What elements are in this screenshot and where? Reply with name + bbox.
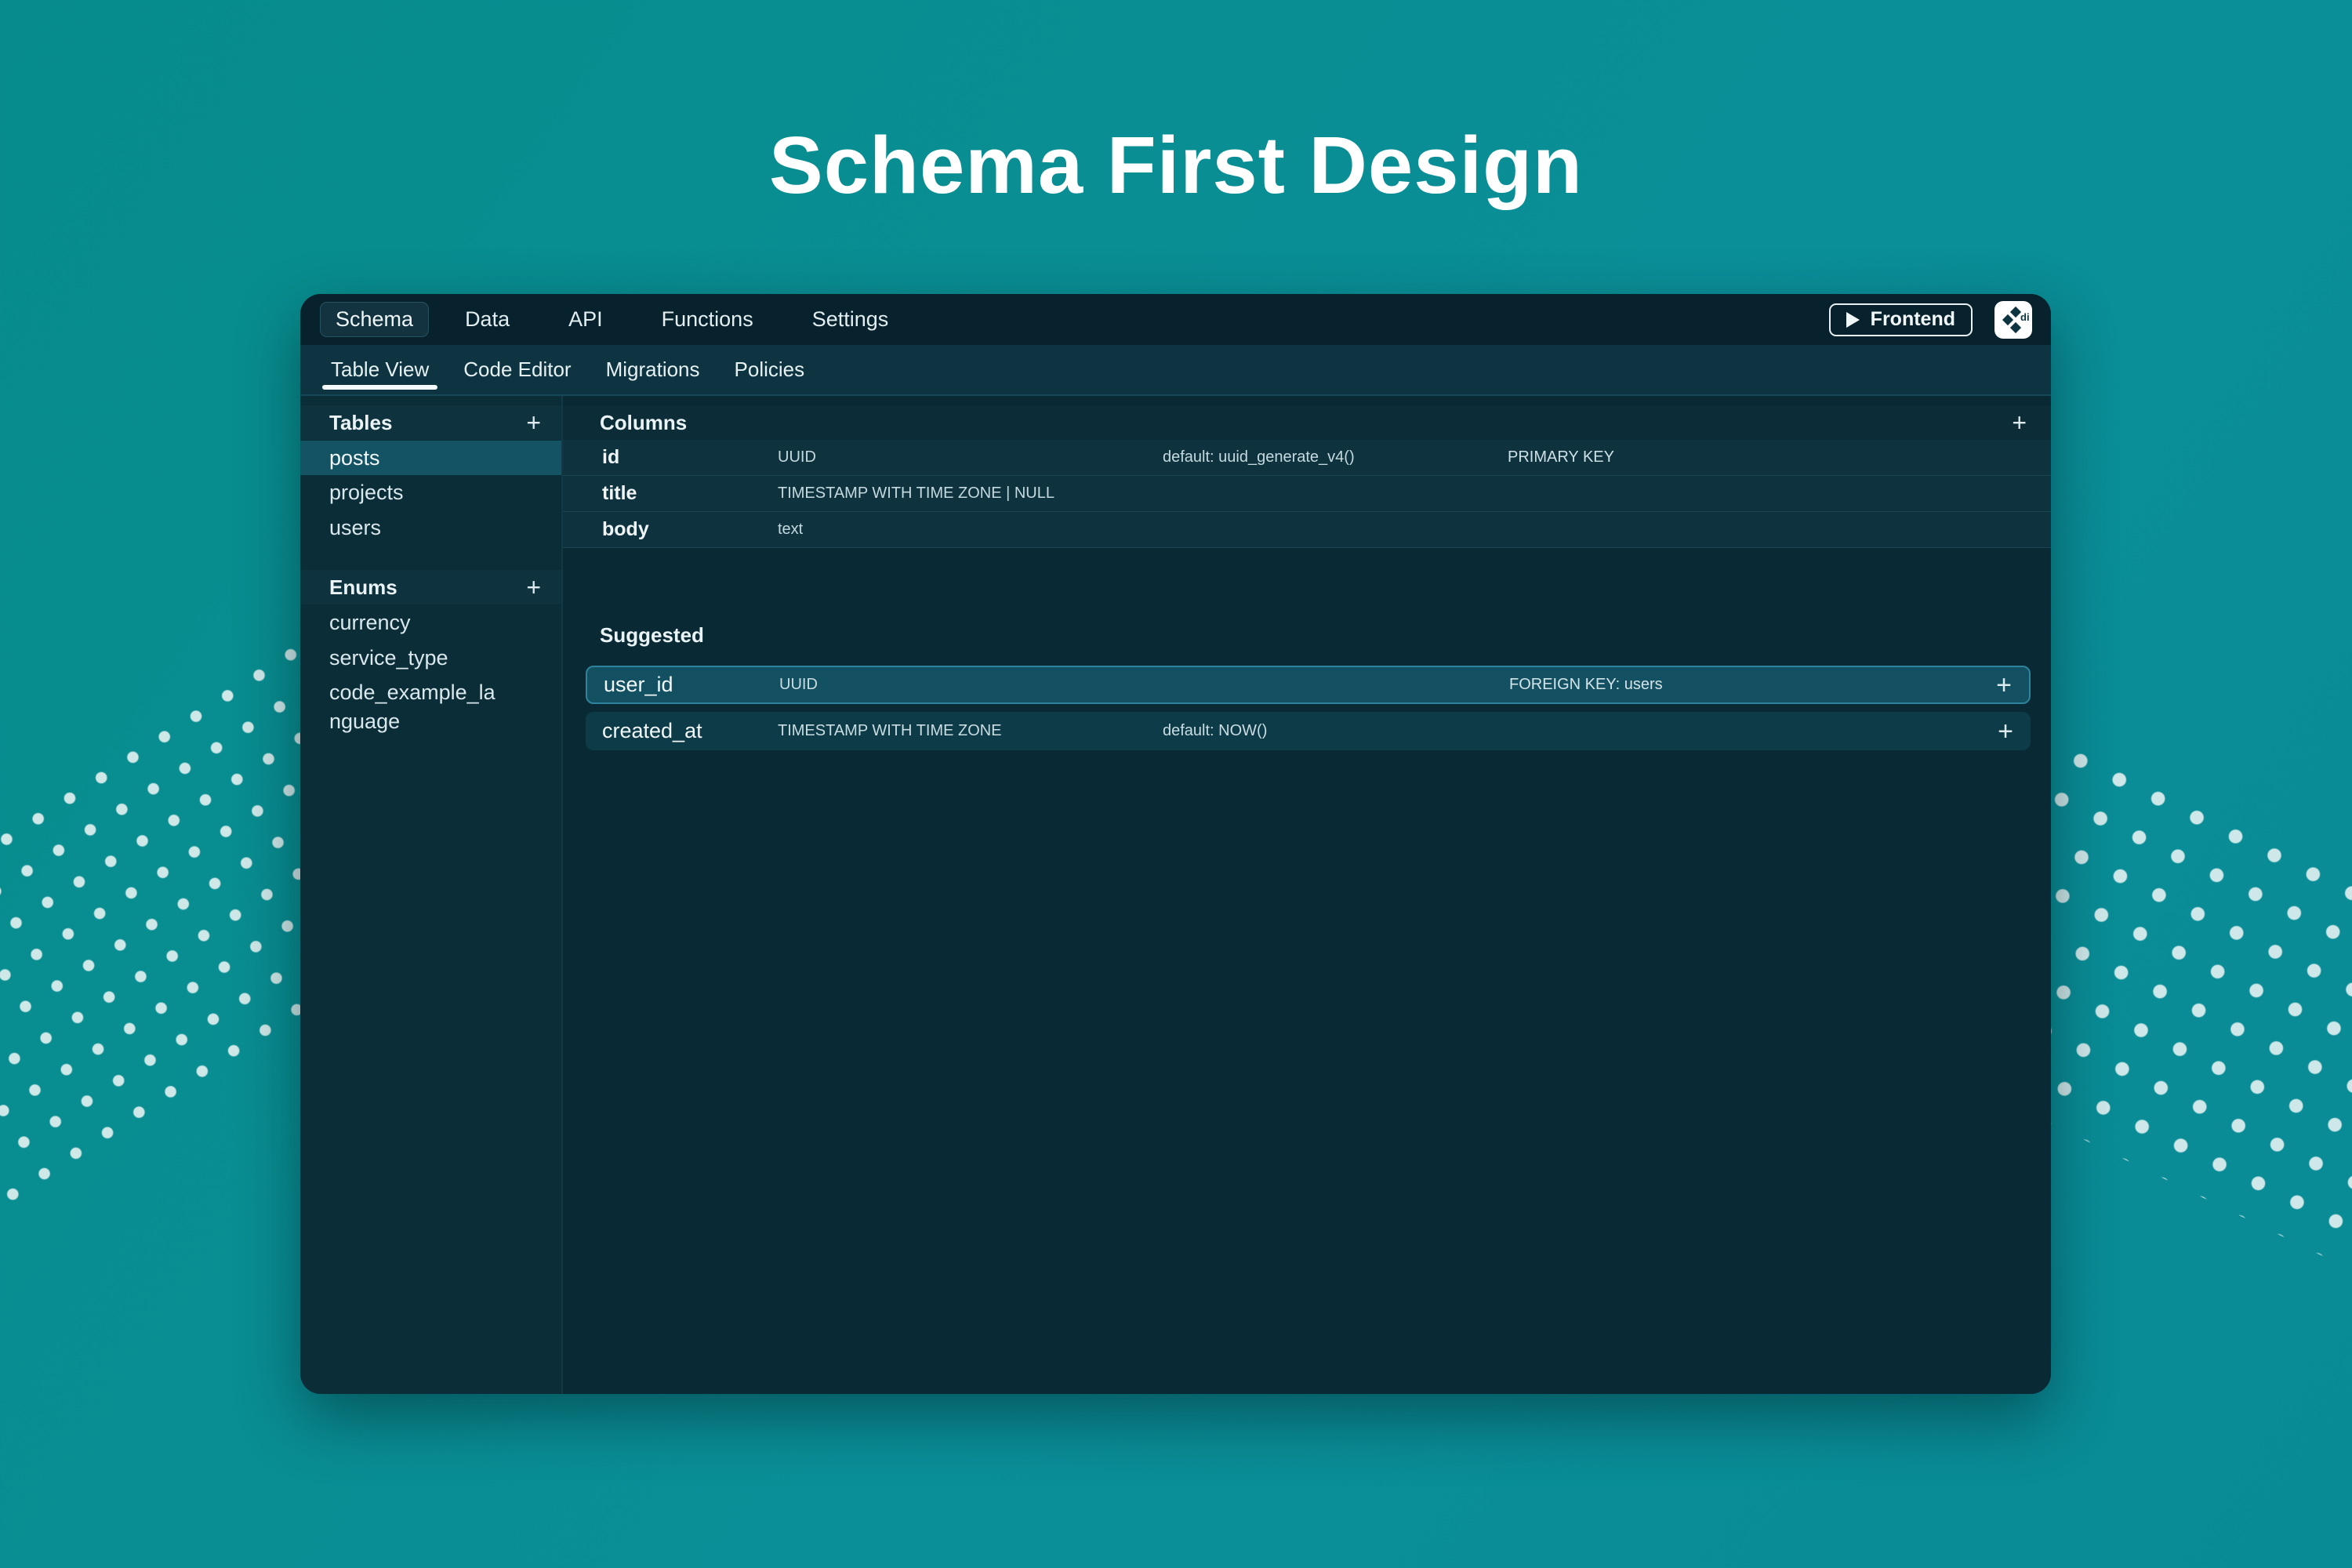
- tables-section-header: Tables +: [300, 405, 561, 440]
- logo-button[interactable]: di: [1994, 301, 2032, 339]
- suggested-key: FOREIGN KEY: users: [1509, 676, 1996, 694]
- sidebar-item-posts[interactable]: posts: [300, 441, 561, 475]
- add-table-icon[interactable]: +: [526, 410, 541, 435]
- tab-policies[interactable]: Policies: [735, 345, 805, 394]
- column-default: default: uuid_generate_v4(): [1163, 448, 1508, 466]
- frontend-button[interactable]: Frontend: [1829, 303, 1973, 336]
- suggested-row-created-at[interactable]: created_at TIMESTAMP WITH TIME ZONE defa…: [586, 712, 2031, 750]
- column-key: PRIMARY KEY: [1508, 448, 2051, 466]
- add-column-icon[interactable]: +: [2012, 410, 2027, 435]
- column-type: TIMESTAMP WITH TIME ZONE | NULL: [778, 485, 1163, 503]
- suggested-name: user_id: [604, 673, 779, 697]
- suggested-default: default: NOW(): [1163, 722, 1508, 740]
- add-enum-icon[interactable]: +: [526, 575, 541, 600]
- sidebar-item-code-example-language[interactable]: code_example_language: [300, 675, 528, 739]
- main-panel: Columns + id UUID default: uuid_generate…: [563, 396, 2051, 1394]
- sidebar: Tables + posts projects users Enums + cu…: [300, 396, 563, 1394]
- sidebar-item-service-type[interactable]: service_type: [300, 641, 561, 675]
- tab-settings[interactable]: Settings: [812, 307, 889, 332]
- tab-functions[interactable]: Functions: [662, 307, 753, 332]
- top-nav: Schema Data API Functions Settings Front…: [300, 294, 2051, 345]
- columns-table: id UUID default: uuid_generate_v4() PRIM…: [563, 440, 2051, 548]
- columns-section-title: Columns: [600, 411, 687, 435]
- schema-sub-nav: Table View Code Editor Migrations Polici…: [300, 345, 2051, 396]
- play-icon: [1846, 312, 1860, 328]
- top-nav-right: Frontend di: [1829, 301, 2032, 339]
- tables-list: posts projects users: [300, 440, 561, 545]
- column-name: title: [602, 482, 778, 505]
- sidebar-item-currency[interactable]: currency: [300, 605, 561, 640]
- tab-schema[interactable]: Schema: [320, 302, 429, 337]
- diamond-icon: [2002, 314, 2013, 325]
- diamond-icon: [2010, 306, 2021, 317]
- sidebar-item-projects[interactable]: projects: [300, 475, 561, 510]
- column-row-body[interactable]: body text: [563, 512, 2051, 548]
- columns-section-header: Columns +: [563, 405, 2051, 440]
- column-type: UUID: [778, 448, 1163, 466]
- tab-migrations[interactable]: Migrations: [606, 345, 700, 394]
- content-area: Tables + posts projects users Enums + cu…: [300, 396, 2051, 1394]
- diamond-icon: [2010, 321, 2021, 332]
- add-suggested-column-icon[interactable]: +: [1996, 672, 2012, 699]
- column-row-id[interactable]: id UUID default: uuid_generate_v4() PRIM…: [563, 440, 2051, 476]
- suggested-type: TIMESTAMP WITH TIME ZONE: [778, 722, 1163, 740]
- tab-table-view[interactable]: Table View: [331, 345, 429, 394]
- suggested-type: UUID: [779, 676, 1164, 694]
- sidebar-item-users[interactable]: users: [300, 510, 561, 545]
- suggested-section-title: Suggested: [600, 623, 2051, 648]
- tab-code-editor[interactable]: Code Editor: [463, 345, 571, 394]
- enums-list: currency service_type code_example_langu…: [300, 604, 561, 739]
- suggested-row-user-id[interactable]: user_id UUID FOREIGN KEY: users +: [586, 666, 2031, 704]
- tab-data[interactable]: Data: [465, 307, 510, 332]
- logo-text: di: [2020, 311, 2030, 323]
- column-name: id: [602, 446, 778, 469]
- enums-section-title: Enums: [329, 575, 397, 600]
- column-row-title[interactable]: title TIMESTAMP WITH TIME ZONE | NULL: [563, 476, 2051, 512]
- column-type: text: [778, 521, 1163, 539]
- enums-section-header: Enums +: [300, 570, 561, 604]
- schema-app-window: Schema Data API Functions Settings Front…: [300, 294, 2051, 1394]
- page-title: Schema First Design: [0, 119, 2352, 212]
- add-suggested-column-icon[interactable]: +: [1998, 718, 2013, 745]
- frontend-button-label: Frontend: [1871, 308, 1955, 331]
- column-name: body: [602, 518, 778, 541]
- tab-api[interactable]: API: [568, 307, 603, 332]
- tables-section-title: Tables: [329, 411, 392, 435]
- suggested-name: created_at: [602, 719, 778, 743]
